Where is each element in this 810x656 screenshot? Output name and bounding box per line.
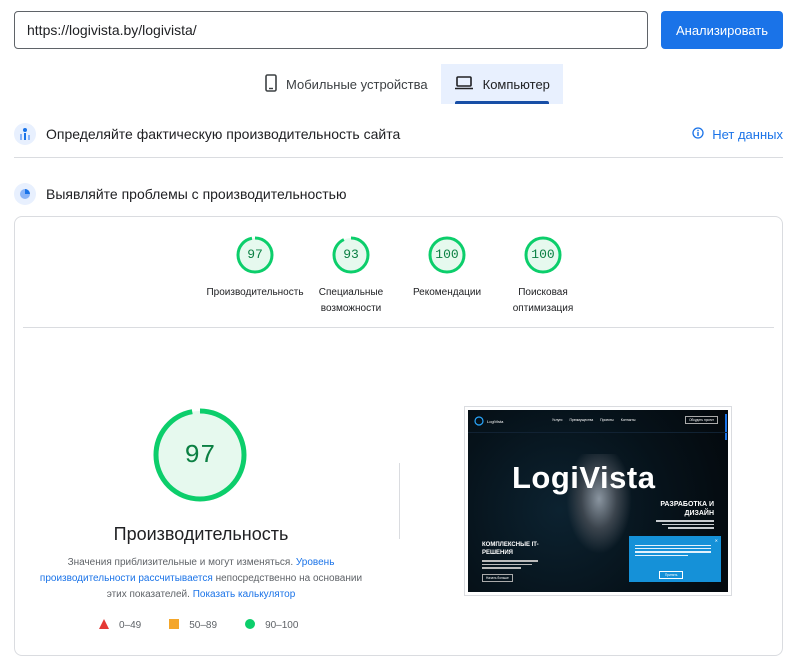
performance-title: Производительность	[113, 524, 289, 544]
thumb-left-text	[482, 560, 538, 569]
thumb-nav-item: Контакты	[620, 418, 636, 422]
thumb-brand: LogiVista	[487, 418, 504, 424]
url-input[interactable]	[14, 11, 648, 49]
tab-desktop[interactable]: Компьютер	[440, 64, 563, 104]
phone-icon	[265, 73, 277, 95]
card-divider	[23, 327, 774, 328]
gauge-circle: 100	[523, 235, 563, 275]
device-tabs: Мобильные устройства Компьютер	[252, 64, 563, 104]
field-data-title: Определяйте фактическую производительнос…	[46, 126, 401, 142]
vertical-divider	[399, 463, 400, 539]
thumb-nav-item: Проекты	[600, 418, 614, 422]
no-data-label: Нет данных	[712, 126, 783, 142]
score-value: 93	[343, 247, 359, 262]
thumb-nav-item: Преимущества	[569, 418, 594, 422]
thumb-cookie-button: Принять	[659, 571, 684, 579]
square-icon	[169, 619, 180, 632]
score-label: Специальные возможности	[318, 287, 384, 314]
thumb-logo: LogiVista	[474, 416, 503, 426]
thumb-side-title: РАЗРАБОТКА И ДИЗАЙН	[660, 501, 714, 517]
thumb-cookie-text	[635, 545, 711, 556]
thumb-headline: LogiVista	[512, 460, 656, 495]
thumb-left-button: Начать больше	[482, 574, 513, 582]
tab-desktop-label: Компьютер	[482, 76, 550, 92]
thumb-nav-divider	[468, 432, 728, 433]
thumb-nav-button: Обсудить проект	[685, 416, 718, 424]
page-screenshot: LogiVista Услуги Преимущества Проекты Ко…	[464, 406, 732, 596]
lab-data-title: Выявляйте проблемы с производительностью	[46, 186, 347, 202]
screenshot-content: LogiVista Услуги Преимущества Проекты Ко…	[468, 410, 728, 592]
gauge-circle: 93	[331, 235, 371, 275]
score-value: 100	[531, 247, 555, 262]
thumb-scrollbar	[725, 414, 727, 440]
no-data-link[interactable]: Нет данных	[692, 127, 783, 142]
triangle-icon	[99, 619, 109, 632]
report-card: 97 Производительность 93 Специальные воз…	[14, 216, 783, 656]
field-data-section: Определяйте фактическую производительнос…	[14, 123, 783, 145]
users-chart-icon	[14, 123, 36, 145]
laptop-icon	[454, 75, 474, 93]
thumb-side-text	[656, 520, 714, 529]
score-value: 97	[247, 247, 263, 262]
legend-range: 90–100	[265, 620, 299, 631]
score-label: Поисковая оптимизация	[512, 287, 574, 314]
section-divider	[14, 157, 783, 158]
description-text: Значения приблизительные и могут изменят…	[67, 557, 296, 568]
gauge-performance[interactable]: 97 Производительность	[205, 235, 305, 301]
legend-range: 0–49	[119, 620, 142, 631]
lab-data-section: Выявляйте проблемы с производительностью	[14, 183, 783, 205]
score-legend: 0–49 50–89 90–100	[99, 619, 298, 632]
gauge-seo[interactable]: 100 Поисковая оптимизация	[493, 235, 593, 317]
performance-score: 97	[184, 440, 216, 470]
thumb-left-title: КОМПЛЕКСНЫЕ IT-РЕШЕНИЯ	[482, 542, 539, 556]
score-label: Производительность	[206, 287, 304, 298]
circle-icon	[245, 619, 256, 632]
gauge-best-practices[interactable]: 100 Рекомендации	[397, 235, 497, 301]
info-icon	[692, 126, 704, 142]
thumb-cookie-banner: ✕ Принять	[629, 536, 721, 582]
performance-gauge: 97	[152, 407, 248, 503]
gauge-circle: 97	[235, 235, 275, 275]
score-value: 100	[435, 247, 459, 262]
score-label: Рекомендации	[412, 287, 482, 298]
legend-average: 50–89	[169, 619, 217, 632]
legend-pass: 90–100	[245, 619, 298, 632]
show-calculator-link[interactable]: Показать калькулятор	[193, 589, 296, 600]
gauge-circle: 100	[427, 235, 467, 275]
performance-description: Значения приблизительные и могут изменят…	[37, 555, 365, 603]
tab-mobile[interactable]: Мобильные устройства	[252, 64, 441, 104]
legend-fail: 0–49	[99, 619, 141, 632]
gauge-accessibility[interactable]: 93 Специальные возможности	[301, 235, 401, 317]
tab-mobile-label: Мобильные устройства	[286, 76, 428, 92]
legend-range: 50–89	[189, 620, 218, 631]
diagnostics-icon	[14, 183, 36, 205]
thumb-nav: Услуги Преимущества Проекты Контакты	[552, 418, 635, 422]
analyze-button[interactable]: Анализировать	[661, 11, 783, 49]
thumb-nav-item: Услуги	[552, 418, 563, 422]
thumb-cookie-close-icon: ✕	[714, 538, 718, 543]
logo-icon	[474, 416, 484, 426]
